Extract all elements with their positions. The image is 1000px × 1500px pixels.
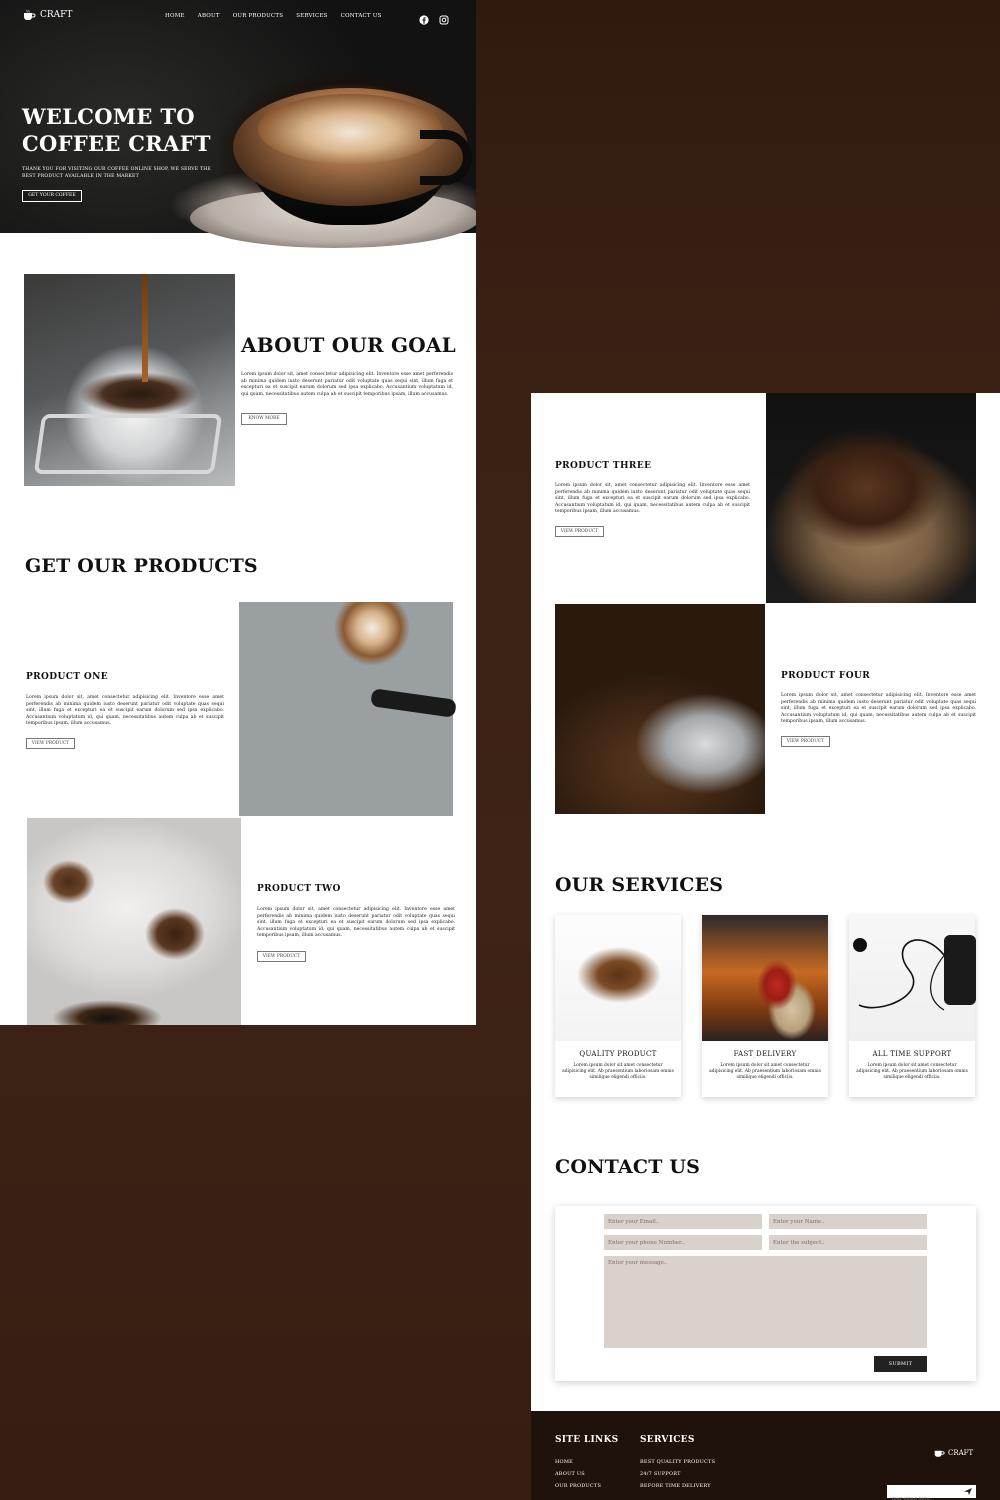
service-text: Lorem ipsum dolor sit amet consectetur a…: [709, 1063, 821, 1080]
service-name: ALL TIME SUPPORT: [872, 1050, 952, 1058]
hero-section: CRAFT HOME ABOUT OUR PRODUCTS SERVICES C…: [0, 0, 476, 248]
email-field[interactable]: [604, 1214, 762, 1229]
nav-link-services[interactable]: SERVICES: [296, 13, 327, 19]
product-three-view-button[interactable]: VIEW PRODUCT: [555, 526, 604, 537]
message-field[interactable]: [604, 1256, 927, 1348]
newsletter-form: [887, 1485, 976, 1500]
coffee-cup-logo-icon: [24, 9, 36, 20]
contact-title: CONTACT US: [555, 1156, 701, 1178]
service-text: Lorem ipsum dolor sit amet consectetur a…: [562, 1063, 674, 1080]
product-one-image: [239, 602, 457, 816]
nav-link-contact[interactable]: CONTACT US: [341, 13, 382, 19]
services-title: OUR SERVICES: [555, 874, 724, 896]
delivery-image: [702, 915, 828, 1041]
facebook-icon[interactable]: [419, 10, 429, 25]
product-one-title: PRODUCT ONE: [26, 672, 109, 682]
product-one-text: Lorem ipsum dolor sit, amet consectetur …: [26, 695, 224, 727]
product-two-text: Lorem ipsum dolor sit, amet consectetur …: [257, 907, 455, 939]
coffee-pour: [142, 274, 148, 382]
coffee-beans-image: [555, 915, 681, 1041]
hero-latte-art: [258, 94, 442, 164]
product-four-text: Lorem ipsum dolor sit, amet consectetur …: [781, 693, 976, 725]
page-left: CRAFT HOME ABOUT OUR PRODUCTS SERVICES C…: [0, 0, 476, 1025]
footer-brand-name: CRAFT: [948, 1448, 974, 1457]
footer: SITE LINKS HOME ABOUT US OUR PRODUCTS SE…: [531, 1411, 1000, 1500]
footer-link-home[interactable]: HOME: [555, 1459, 601, 1465]
footer-services: BEST QUALITY PRODUCTS 24/7 SUPPORT BEFOR…: [640, 1459, 715, 1489]
nav-link-about[interactable]: ABOUT: [198, 13, 220, 19]
hero-cup-handle: [420, 130, 472, 185]
service-card-quality: QUALITY PRODUCT Lorem ipsum dolor sit am…: [555, 915, 681, 1097]
main-nav: HOME ABOUT OUR PRODUCTS SERVICES CONTACT…: [165, 13, 382, 19]
footer-service-delivery[interactable]: BEFORE TIME DELIVERY: [640, 1483, 715, 1489]
product-three-title: PRODUCT THREE: [555, 461, 652, 471]
product-three-text: Lorem ipsum dolor sit, amet consectetur …: [555, 483, 750, 515]
telephone-image: [849, 915, 976, 1041]
hero-subtitle: THANK YOU FOR VISITING OUR COFFEE ONLINE…: [22, 167, 211, 179]
footer-logo[interactable]: CRAFT: [933, 1447, 973, 1458]
nav-link-home[interactable]: HOME: [165, 13, 185, 19]
product-two-view-button[interactable]: VIEW PRODUCT: [257, 951, 306, 962]
tray: [33, 414, 223, 474]
footer-site-links-title: SITE LINKS: [555, 1435, 619, 1445]
product-two-image: [27, 818, 241, 1025]
submit-button[interactable]: SUBMIT: [874, 1356, 927, 1372]
product-four-title: PRODUCT FOUR: [781, 671, 871, 681]
contact-form: SUBMIT: [555, 1206, 976, 1381]
brand-name: CRAFT: [40, 10, 73, 20]
send-icon[interactable]: [963, 1487, 973, 1496]
page-right: PRODUCT THREE Lorem ipsum dolor sit, ame…: [531, 393, 1000, 1500]
footer-services-title: SERVICES: [640, 1435, 695, 1445]
products-title: GET OUR PRODUCTS: [25, 555, 258, 577]
service-name: FAST DELIVERY: [733, 1050, 797, 1058]
hero-title: WELCOME TO COFFEE CRAFT: [22, 104, 211, 156]
subject-field[interactable]: [769, 1235, 927, 1250]
newsletter-email-input[interactable]: [887, 1493, 959, 1500]
footer-link-products[interactable]: OUR PRODUCTS: [555, 1483, 601, 1489]
service-card-support: ALL TIME SUPPORT Lorem ipsum dolor sit a…: [849, 915, 976, 1097]
nav-logo[interactable]: CRAFT: [22, 9, 72, 21]
footer-service-quality[interactable]: BEST QUALITY PRODUCTS: [640, 1459, 715, 1465]
about-title: ABOUT OUR GOAL: [241, 333, 456, 357]
service-text: Lorem ipsum dolor sit amet consectetur a…: [856, 1063, 968, 1080]
product-four-image: [555, 604, 765, 814]
about-image: [24, 274, 235, 486]
footer-link-about[interactable]: ABOUT US: [555, 1471, 601, 1477]
footer-service-support[interactable]: 24/7 SUPPORT: [640, 1471, 715, 1477]
about-text: Lorem ipsum dolor sit, amet consectetur …: [241, 372, 453, 397]
get-coffee-button[interactable]: GET YOUR COFFEE: [22, 190, 82, 202]
product-two-title: PRODUCT TWO: [257, 884, 341, 894]
name-field[interactable]: [769, 1214, 927, 1229]
phone-field[interactable]: [604, 1235, 762, 1250]
instagram-icon[interactable]: [439, 10, 449, 25]
phone-cord-icon: [853, 938, 950, 1011]
coffee-cup-logo-icon: [934, 1450, 945, 1457]
footer-site-links: HOME ABOUT US OUR PRODUCTS: [555, 1459, 601, 1489]
portafilter-handle: [370, 688, 457, 718]
product-three-image: [766, 393, 976, 603]
service-card-delivery: FAST DELIVERY Lorem ipsum dolor sit amet…: [702, 915, 828, 1097]
product-one-view-button[interactable]: VIEW PRODUCT: [26, 738, 75, 749]
nav-link-products[interactable]: OUR PRODUCTS: [233, 13, 283, 19]
social-icons: [419, 10, 449, 25]
service-name: QUALITY PRODUCT: [579, 1050, 657, 1058]
know-more-button[interactable]: KNOW MORE: [241, 413, 287, 425]
product-four-view-button[interactable]: VIEW PRODUCT: [781, 736, 830, 747]
